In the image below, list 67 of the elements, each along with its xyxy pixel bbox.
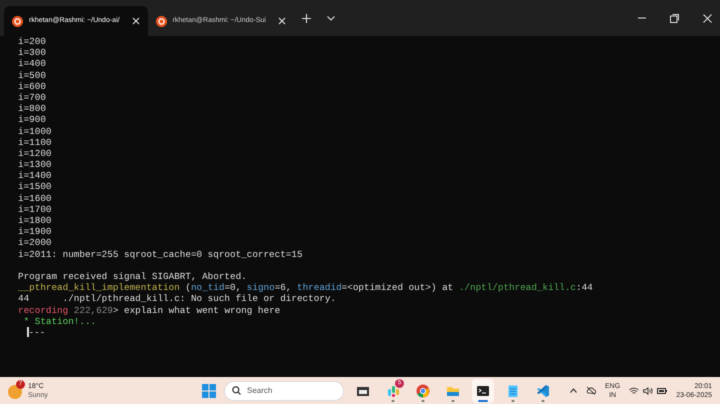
close-icon[interactable] [278, 17, 286, 25]
terminal-text: i=1000 [18, 126, 52, 136]
terminal-text: ( [184, 282, 191, 294]
windows-start-icon[interactable] [202, 384, 216, 398]
terminal-text: :44 [576, 282, 593, 294]
terminal-text: i=1400 [18, 170, 52, 182]
terminal-text: i=900 [18, 114, 46, 126]
terminal-text: i=1800 [18, 215, 52, 226]
terminal-text: i=600 [18, 80, 46, 92]
terminal-text: recording [18, 304, 68, 316]
terminal-text: i=1600 [18, 192, 52, 204]
terminal-text: i=500 [18, 70, 46, 81]
speaker-icon[interactable] [643, 386, 654, 394]
notepad-icon[interactable] [506, 384, 520, 398]
terminal-text: --- [28, 326, 46, 338]
minimize-icon[interactable] [638, 17, 646, 19]
terminal-text: i=800 [18, 103, 46, 114]
sun-icon[interactable] [8, 384, 22, 398]
search-field[interactable]: Search [224, 380, 344, 400]
terminal-text: threadid [297, 282, 342, 294]
ubuntu-icon [12, 16, 23, 26]
browser-icon[interactable] [416, 384, 430, 398]
terminal-text: =0, [224, 282, 242, 294]
terminal-text: > explain what went wrong here [112, 304, 280, 316]
battery-icon[interactable] [657, 388, 668, 394]
terminal-text: signo [246, 282, 275, 294]
running-indicator [512, 400, 514, 402]
terminal-text: 44 ./nptl/pthread_kill.c: No such file or directory. [18, 293, 336, 304]
code-editor-icon[interactable] [536, 384, 550, 398]
running-indicator [478, 400, 488, 402]
terminal-text: * Station!... [22, 316, 96, 327]
terminal-text: i=1300 [18, 159, 52, 170]
wifi-icon[interactable] [629, 386, 640, 394]
terminal-text: =<optimized out>) at [342, 282, 454, 294]
text-cursor [27, 327, 28, 338]
terminal-icon[interactable] [476, 384, 490, 398]
terminal-text: __pthread_kill_implementation [18, 282, 180, 294]
cloud-icon[interactable] [586, 386, 596, 395]
terminal-text: i=2011: number=255 sqroot_cache=0 sqroot_correct=15 [18, 248, 303, 260]
close-icon[interactable] [703, 14, 712, 22]
terminal-text: i=400 [18, 58, 46, 70]
restore-icon[interactable] [670, 14, 679, 22]
terminal-text: i=1500 [18, 181, 52, 192]
chat-app-icon[interactable] [386, 384, 400, 398]
running-indicator [542, 400, 544, 402]
running-indicator [452, 400, 454, 402]
running-indicator [422, 400, 424, 402]
terminal-text: no_tid [190, 282, 224, 294]
ubuntu-icon [156, 16, 167, 26]
chevron-up-icon[interactable] [570, 388, 578, 393]
terminal-text: i=1900 [18, 226, 52, 238]
terminal-text: ./nptl/pthread_kill.c [458, 282, 576, 294]
terminal-text: Program received signal SIGABRT, Aborted. [18, 270, 247, 282]
plus-icon[interactable] [302, 14, 311, 22]
terminal-text: 222,629 [74, 304, 113, 316]
terminal-text: i=700 [18, 92, 46, 103]
chevron-down-icon[interactable] [326, 16, 335, 20]
terminal-text: i=1100 [18, 136, 52, 148]
terminal-text: i=200 [18, 36, 46, 47]
search-icon [232, 386, 241, 395]
running-indicator [392, 400, 394, 402]
terminal-text: i=300 [18, 47, 46, 58]
terminal-text: =6, [274, 282, 292, 294]
terminal-text: i=2000 [18, 237, 52, 248]
terminal-text: i=1200 [18, 148, 52, 159]
close-icon[interactable] [132, 17, 140, 25]
terminal-text: i=1700 [18, 204, 52, 215]
